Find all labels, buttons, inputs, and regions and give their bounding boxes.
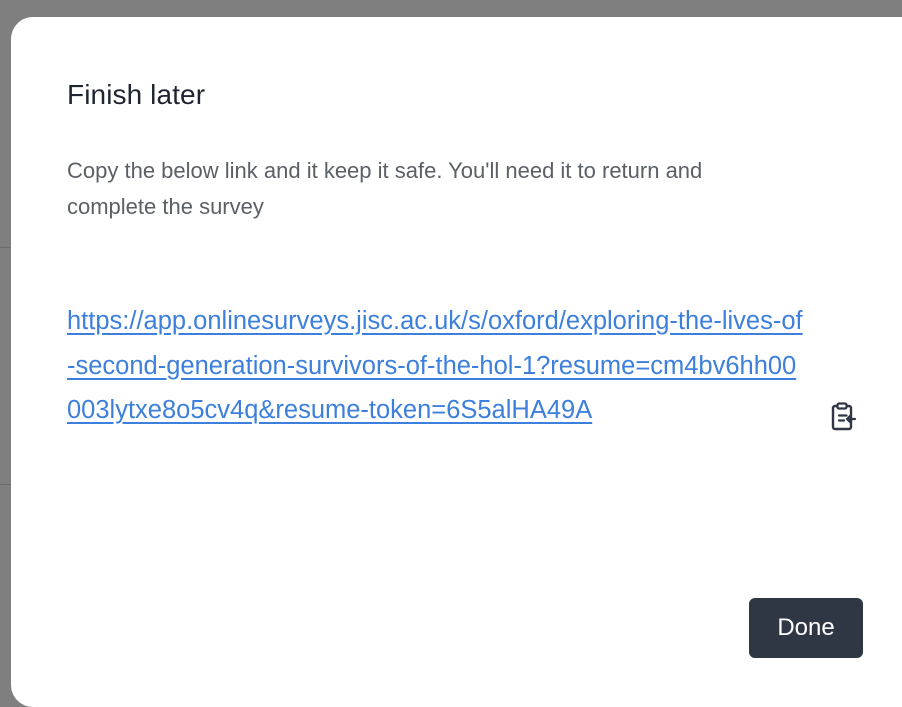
dialog-title: Finish later [67, 79, 206, 110]
done-button[interactable]: Done [749, 598, 863, 658]
clipboard-copy-icon [831, 402, 857, 431]
copy-link-button[interactable] [824, 397, 864, 437]
finish-later-dialog: Finish later Copy the below link and it … [11, 17, 902, 707]
resume-link-row: https://app.onlinesurveys.jisc.ac.uk/s/o… [67, 299, 867, 549]
dialog-description: Copy the below link and it keep it safe.… [67, 158, 703, 219]
resume-link[interactable]: https://app.onlinesurveys.jisc.ac.uk/s/o… [67, 299, 807, 433]
